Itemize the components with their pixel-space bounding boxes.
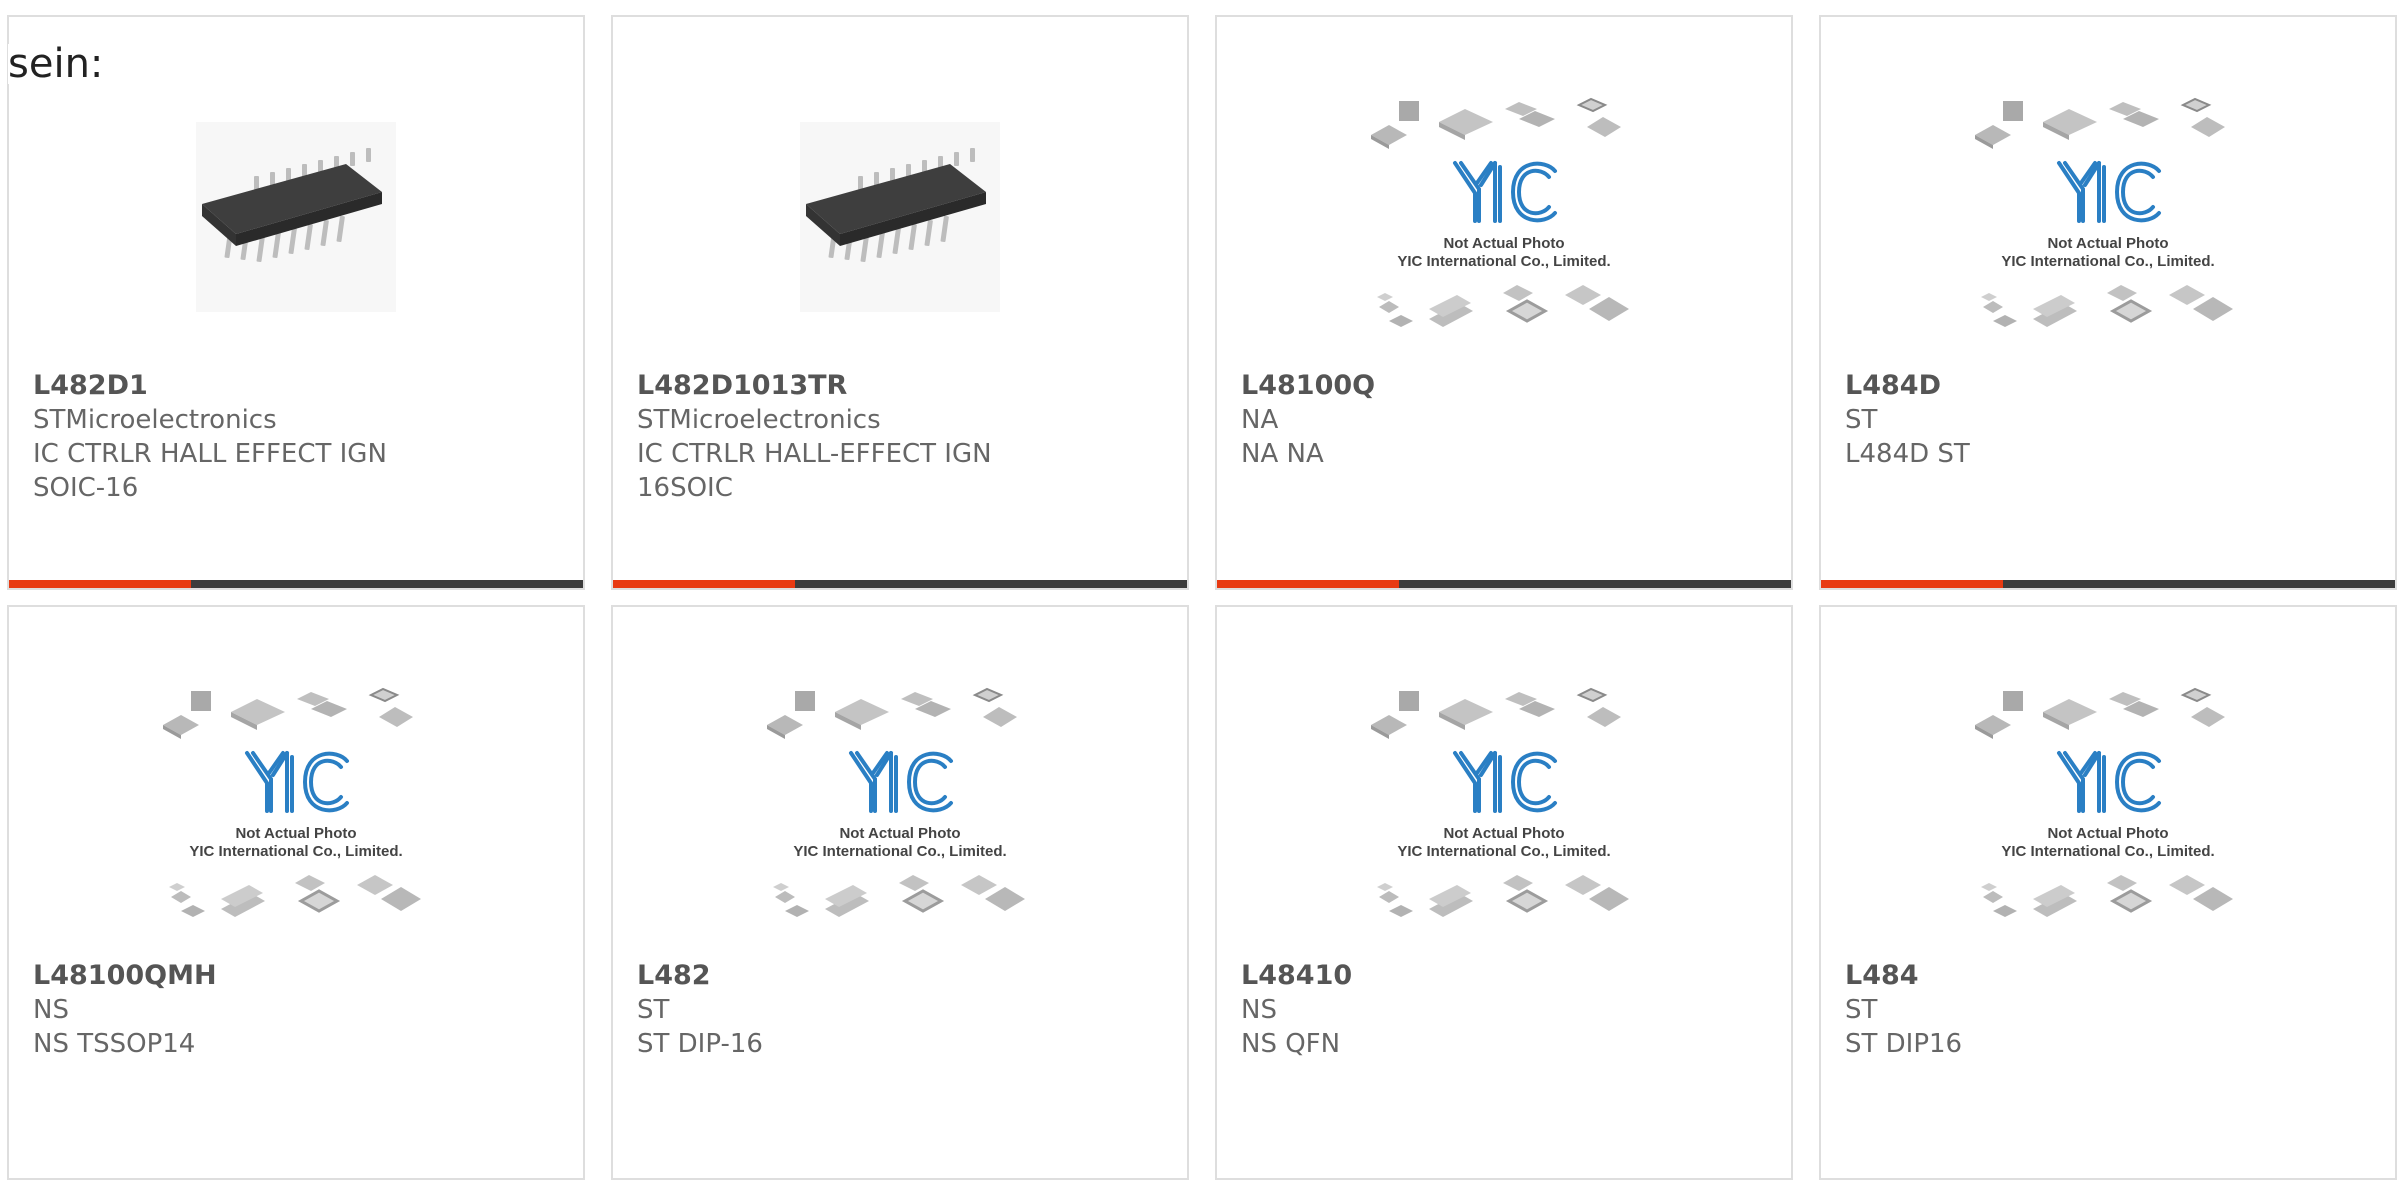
- not-actual-photo-placeholder: [161, 687, 431, 927]
- placeholder-caption: Not Actual Photo: [1443, 825, 1565, 842]
- placeholder-company: YIC International Co., Limited.: [2001, 253, 2215, 270]
- placeholder-company: YIC International Co., Limited.: [1397, 843, 1611, 860]
- product-image[interactable]: Not Actual Photo YIC International Co., …: [1821, 667, 2395, 947]
- product-card-l484[interactable]: Not Actual Photo YIC International Co., …: [1819, 605, 2397, 1180]
- product-image[interactable]: Not Actual Photo YIC International Co., …: [1217, 77, 1791, 357]
- placeholder-company: YIC International Co., Limited.: [793, 843, 1007, 860]
- manufacturer: STMicroelectronics: [637, 405, 881, 435]
- manufacturer: ST: [637, 995, 670, 1025]
- card-bottom-bar: [1217, 580, 1791, 588]
- card-bar-accent: [1821, 580, 2003, 588]
- product-image[interactable]: Not Actual Photo YIC International Co., …: [1821, 77, 2395, 357]
- page-heading: sein:: [8, 41, 104, 87]
- placeholder-company: YIC International Co., Limited.: [2001, 843, 2215, 860]
- placeholder-company: YIC International Co., Limited.: [1397, 253, 1611, 270]
- manufacturer: ST: [1845, 405, 1878, 435]
- part-number[interactable]: L484D: [1845, 369, 2385, 403]
- placeholder-caption: Not Actual Photo: [839, 825, 961, 842]
- soic-chip-photo: [800, 122, 1000, 312]
- part-number[interactable]: L48410: [1241, 959, 1781, 993]
- package: SOIC-16: [33, 473, 139, 503]
- placeholder-caption: Not Actual Photo: [1443, 235, 1565, 252]
- manufacturer: STMicroelectronics: [33, 405, 277, 435]
- product-image[interactable]: Not Actual Photo YIC International Co., …: [1217, 667, 1791, 947]
- soic-chip-photo: [196, 122, 396, 312]
- card-bar-accent: [613, 580, 795, 588]
- part-number[interactable]: L482D1: [33, 369, 573, 403]
- not-actual-photo-placeholder: [765, 687, 1035, 927]
- product-card-l48100qmh[interactable]: Not Actual Photo YIC International Co., …: [7, 605, 585, 1180]
- part-number[interactable]: L48100QMH: [33, 959, 573, 993]
- not-actual-photo-placeholder: [1369, 97, 1639, 337]
- part-number[interactable]: L482D1013TR: [637, 369, 1177, 403]
- manufacturer: NA: [1241, 405, 1279, 435]
- product-image[interactable]: Not Actual Photo YIC International Co., …: [613, 667, 1187, 947]
- product-card-l482d1013tr[interactable]: L482D1013TR STMicroelectronics IC CTRLR …: [611, 15, 1189, 590]
- manufacturer: NS: [33, 995, 69, 1025]
- description: NS QFN: [1241, 1029, 1341, 1059]
- description: NA NA: [1241, 439, 1324, 469]
- placeholder-caption: Not Actual Photo: [235, 825, 357, 842]
- part-number[interactable]: L48100Q: [1241, 369, 1781, 403]
- product-card-l484d[interactable]: Not Actual Photo YIC International Co., …: [1819, 15, 2397, 590]
- part-number[interactable]: L482: [637, 959, 1177, 993]
- placeholder-company: YIC International Co., Limited.: [189, 843, 403, 860]
- product-card-l482[interactable]: Not Actual Photo YIC International Co., …: [611, 605, 1189, 1180]
- description: IC CTRLR HALL EFFECT IGN: [33, 439, 387, 469]
- card-bottom-bar: [1821, 580, 2395, 588]
- manufacturer: NS: [1241, 995, 1277, 1025]
- not-actual-photo-placeholder: [1973, 97, 2243, 337]
- product-image[interactable]: [613, 77, 1187, 357]
- description: ST DIP-16: [637, 1029, 763, 1059]
- description: ST DIP16: [1845, 1029, 1963, 1059]
- description: IC CTRLR HALL-EFFECT IGN: [637, 439, 992, 469]
- placeholder-caption: Not Actual Photo: [2047, 235, 2169, 252]
- not-actual-photo-placeholder: [1973, 687, 2243, 927]
- product-image[interactable]: Not Actual Photo YIC International Co., …: [9, 667, 583, 947]
- product-card-l482d1[interactable]: L482D1 STMicroelectronics IC CTRLR HALL …: [7, 15, 585, 590]
- not-actual-photo-placeholder: [1369, 687, 1639, 927]
- description: L484D ST: [1845, 439, 1970, 469]
- card-bar-accent: [1217, 580, 1399, 588]
- package: 16SOIC: [637, 473, 733, 503]
- card-bottom-bar: [613, 580, 1187, 588]
- placeholder-caption: Not Actual Photo: [2047, 825, 2169, 842]
- product-card-l48410[interactable]: Not Actual Photo YIC International Co., …: [1215, 605, 1793, 1180]
- manufacturer: ST: [1845, 995, 1878, 1025]
- product-card-l48100q[interactable]: Not Actual Photo YIC International Co., …: [1215, 15, 1793, 590]
- description: NS TSSOP14: [33, 1029, 196, 1059]
- card-bottom-bar: [9, 580, 583, 588]
- card-bar-accent: [9, 580, 191, 588]
- part-number[interactable]: L484: [1845, 959, 2385, 993]
- product-image[interactable]: [9, 77, 583, 357]
